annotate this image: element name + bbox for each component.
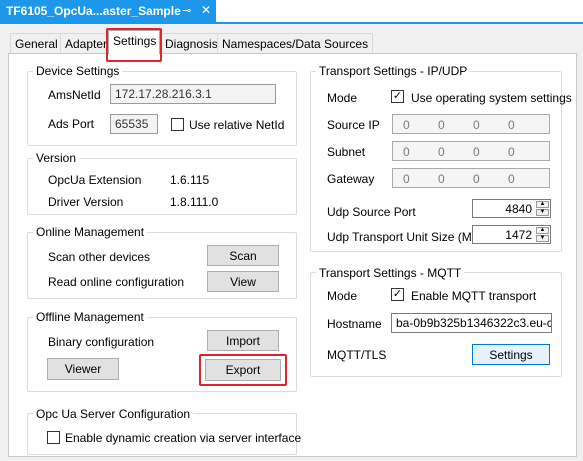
ip-octet: 0	[508, 118, 515, 132]
mqtt-settings-button[interactable]: Settings	[472, 344, 550, 365]
tab-namespaces[interactable]: Namespaces/Data Sources	[217, 33, 374, 53]
ams-net-id-label: AmsNetId	[48, 88, 101, 102]
dynamic-creation-checkbox[interactable]	[47, 431, 60, 444]
opcua-extension-value: 1.6.115	[170, 173, 210, 187]
gateway-field[interactable]: 0 0 0 0	[392, 168, 550, 188]
udp-port-label: Udp Source Port	[327, 205, 416, 219]
os-settings-label: Use operating system settings	[411, 91, 572, 105]
tab-diagnosis[interactable]: Diagnosis	[160, 33, 223, 53]
relative-netid-checkbox[interactable]	[171, 118, 184, 131]
tab-general[interactable]: General	[10, 33, 63, 53]
opcua-extension-label: OpcUa Extension	[48, 173, 142, 187]
ip-octet: 0	[508, 145, 515, 159]
ip-octet: 0	[403, 172, 410, 186]
tab-label: Namespaces/Data Sources	[222, 37, 369, 51]
transport-ip-title: Transport Settings - IP/UDP	[316, 64, 471, 78]
transport-mqtt-title: Transport Settings - MQTT	[316, 266, 465, 280]
tab-label: General	[15, 37, 58, 51]
spin-up-icon[interactable]: ▲	[536, 227, 549, 234]
settings-tab-highlight	[106, 28, 162, 62]
ads-port-label: Ads Port	[48, 117, 95, 131]
ip-octet: 0	[438, 118, 445, 132]
spin-down-icon[interactable]: ▼	[536, 235, 549, 242]
ip-octet: 0	[508, 172, 515, 186]
document-tab[interactable]: TF6105_OpcUa...aster_Sample ⊸ ✕	[0, 0, 216, 22]
dynamic-creation-label: Enable dynamic creation via server inter…	[65, 431, 302, 445]
enable-mqtt-label: Enable MQTT transport	[411, 289, 537, 303]
mqtt-tls-label: MQTT/TLS	[327, 348, 387, 362]
server-config-title: Opc Ua Server Configuration	[33, 407, 194, 421]
close-icon[interactable]: ✕	[201, 3, 211, 17]
read-online-config-label: Read online configuration	[48, 275, 185, 289]
ip-octet: 0	[473, 145, 480, 159]
udp-mtu-stepper[interactable]: 1472 ▲ ▼	[472, 225, 551, 244]
tab-label: Adapter	[65, 37, 108, 51]
import-button[interactable]: Import	[207, 330, 279, 351]
binary-config-label: Binary configuration	[48, 335, 155, 349]
ip-octet: 0	[403, 118, 410, 132]
ip-octet: 0	[438, 172, 445, 186]
ip-mode-label: Mode	[327, 91, 358, 105]
export-button-highlight	[199, 354, 287, 386]
scan-button[interactable]: Scan	[207, 245, 279, 266]
ip-octet: 0	[473, 118, 480, 132]
device-settings-title: Device Settings	[33, 64, 123, 78]
tab-label: Diagnosis	[165, 37, 218, 51]
ads-port-field[interactable]: 65535	[110, 114, 158, 134]
relative-netid-label: Use relative NetId	[189, 118, 285, 132]
online-management-title: Online Management	[33, 225, 148, 239]
ip-octet: 0	[438, 145, 445, 159]
udp-mtu-value: 1472	[505, 228, 532, 242]
ip-octet: 0	[473, 172, 480, 186]
ip-octet: 0	[403, 145, 410, 159]
document-tab-title: TF6105_OpcUa...aster_Sample	[6, 4, 181, 18]
hostname-label: Hostname	[327, 317, 382, 331]
pin-icon[interactable]: ⊸	[182, 4, 191, 17]
ams-net-id-field[interactable]: 172.17.28.216.3.1	[110, 84, 276, 104]
driver-version-label: Driver Version	[48, 195, 124, 209]
mqtt-mode-label: Mode	[327, 289, 358, 303]
subnet-field[interactable]: 0 0 0 0	[392, 141, 550, 161]
gateway-label: Gateway	[327, 172, 375, 186]
udp-port-value: 4840	[505, 202, 532, 216]
subnet-label: Subnet	[327, 145, 366, 159]
version-title: Version	[33, 151, 80, 165]
device-settings-group	[27, 71, 297, 146]
os-settings-checkbox[interactable]: ✓	[391, 90, 404, 103]
udp-mtu-label: Udp Transport Unit Size (Mtu)	[327, 230, 486, 244]
spin-up-icon[interactable]: ▲	[536, 201, 549, 208]
tab-adapter[interactable]: Adapter	[60, 33, 113, 53]
view-button[interactable]: View	[207, 271, 279, 292]
source-ip-label: Source IP	[327, 118, 380, 132]
scan-devices-label: Scan other devices	[48, 250, 151, 264]
offline-management-title: Offline Management	[33, 310, 147, 324]
spin-down-icon[interactable]: ▼	[536, 209, 549, 216]
viewer-button[interactable]: Viewer	[47, 358, 119, 380]
hostname-field[interactable]: ba-0b9b325b1346322c3.eu-cent	[391, 313, 552, 333]
driver-version-value: 1.8.111.0	[170, 195, 219, 209]
enable-mqtt-checkbox[interactable]: ✓	[391, 288, 404, 301]
udp-port-stepper[interactable]: 4840 ▲ ▼	[472, 199, 551, 218]
source-ip-field[interactable]: 0 0 0 0	[392, 114, 550, 134]
